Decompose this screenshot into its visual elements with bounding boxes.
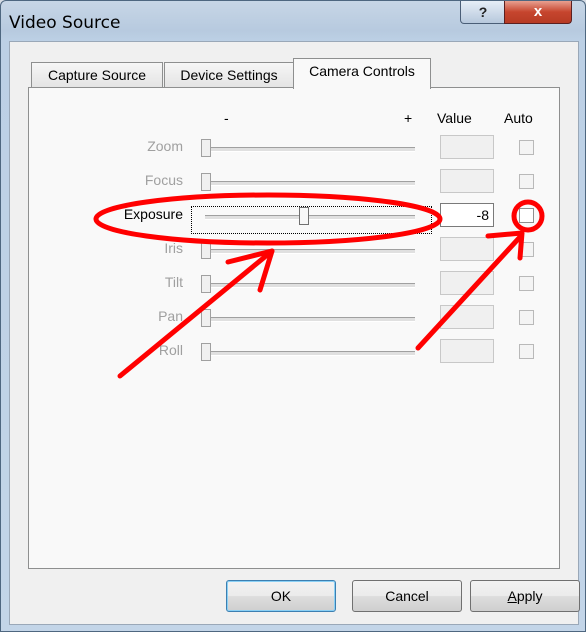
roll-label: Roll bbox=[158, 342, 183, 358]
zoom-auto-checkbox bbox=[519, 140, 534, 155]
exposure-auto-checkbox[interactable] bbox=[519, 208, 534, 223]
slider-min-label: - bbox=[224, 110, 229, 126]
iris-slider-thumb bbox=[201, 241, 211, 259]
tab-camera-controls[interactable]: Camera Controls bbox=[293, 58, 431, 89]
roll-slider-thumb bbox=[201, 343, 211, 361]
iris-value-field bbox=[440, 237, 494, 261]
zoom-slider-track bbox=[205, 147, 415, 152]
tilt-label: Tilt bbox=[164, 274, 183, 290]
apply-button-label: Apply bbox=[507, 588, 543, 604]
zoom-value-text bbox=[489, 139, 493, 155]
focus-slider-thumb bbox=[201, 173, 211, 191]
zoom-label: Zoom bbox=[147, 138, 183, 154]
exposure-value-text: -8 bbox=[476, 207, 489, 223]
tilt-value-field bbox=[440, 271, 494, 295]
iris-auto-checkbox bbox=[519, 242, 534, 257]
tab-device-settings[interactable]: Device Settings bbox=[164, 62, 294, 87]
roll-slider-track bbox=[205, 351, 415, 356]
focus-label: Focus bbox=[144, 172, 183, 188]
pan-label: Pan bbox=[158, 308, 183, 324]
auto-column-header: Auto bbox=[504, 110, 533, 126]
pan-value-text bbox=[489, 309, 493, 325]
exposure-focus-rect bbox=[191, 206, 432, 234]
pan-slider-track bbox=[205, 317, 415, 322]
close-button[interactable]: x bbox=[504, 1, 572, 24]
pan-slider-thumb bbox=[201, 309, 211, 327]
iris-value-text bbox=[489, 241, 493, 257]
pan-value-field bbox=[440, 305, 494, 329]
focus-value-field bbox=[440, 169, 494, 193]
iris-slider-track bbox=[205, 249, 415, 254]
tilt-auto-checkbox bbox=[519, 276, 534, 291]
focus-slider-track bbox=[205, 181, 415, 186]
title-bar[interactable]: Video Source ? x bbox=[1, 1, 585, 41]
pan-auto-checkbox bbox=[519, 310, 534, 325]
tilt-value-text bbox=[489, 275, 493, 291]
focus-auto-checkbox bbox=[519, 174, 534, 189]
focus-value-text bbox=[489, 173, 493, 189]
exposure-value-field[interactable]: -8 bbox=[440, 203, 494, 227]
apply-button[interactable]: Apply bbox=[470, 580, 580, 612]
iris-label: Iris bbox=[164, 240, 183, 256]
help-button[interactable]: ? bbox=[460, 1, 506, 24]
tab-capture-source[interactable]: Capture Source bbox=[31, 62, 163, 87]
exposure-label: Exposure bbox=[123, 206, 183, 222]
roll-auto-checkbox bbox=[519, 344, 534, 359]
roll-value-text bbox=[489, 343, 493, 359]
zoom-value-field bbox=[440, 135, 494, 159]
ok-button[interactable]: OK bbox=[226, 580, 336, 612]
roll-value-field bbox=[440, 339, 494, 363]
slider-max-label: + bbox=[404, 110, 413, 126]
window-title: Video Source bbox=[9, 13, 121, 33]
tilt-slider-track bbox=[205, 283, 415, 288]
value-column-header: Value bbox=[437, 110, 472, 126]
cancel-button[interactable]: Cancel bbox=[352, 580, 462, 612]
tilt-slider-thumb bbox=[201, 275, 211, 293]
zoom-slider-thumb bbox=[201, 139, 211, 157]
